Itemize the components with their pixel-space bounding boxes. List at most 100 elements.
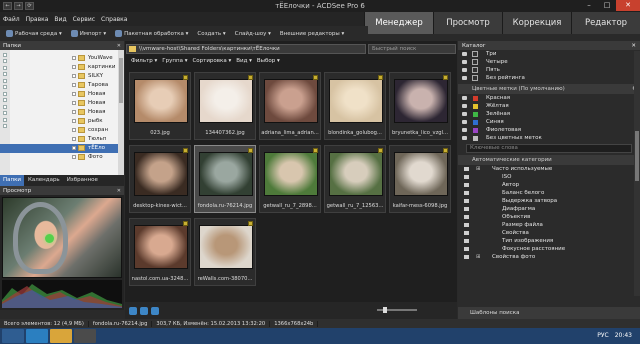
- folder-item[interactable]: Фото: [0, 153, 124, 162]
- preview-close-icon[interactable]: ✕: [117, 188, 121, 194]
- keywords-input[interactable]: Ключевые слова: [466, 144, 632, 153]
- slideshow-button[interactable]: Слайд-шоу ▾: [232, 31, 274, 37]
- tag-checkbox-icon[interactable]: [183, 75, 188, 80]
- rating-checkbox[interactable]: [472, 51, 478, 57]
- acdsee-task-icon[interactable]: [74, 329, 96, 343]
- folder-scrollbar[interactable]: [118, 50, 124, 175]
- workspace-button[interactable]: Рабочая среда ▾: [3, 30, 65, 37]
- tab-folders[interactable]: Папки: [0, 175, 24, 186]
- rating-checkbox[interactable]: [472, 59, 478, 65]
- tag-checkbox-icon[interactable]: [443, 75, 448, 80]
- folder-item[interactable]: SILKY: [0, 72, 124, 81]
- external-editors-button[interactable]: Внешние редакторы ▾: [277, 31, 347, 37]
- folder-checkbox[interactable]: [72, 92, 76, 96]
- mode-develop[interactable]: Коррекция: [502, 12, 571, 34]
- thumbnail-tile[interactable]: desktop-kinex-wict...: [129, 145, 191, 213]
- rating-checkbox[interactable]: [472, 67, 478, 73]
- auto-category-item[interactable]: Объектив: [462, 213, 640, 221]
- folder-item[interactable]: Новая: [0, 99, 124, 108]
- tag-checkbox-icon[interactable]: [183, 148, 188, 153]
- folder-checkbox[interactable]: [72, 56, 76, 60]
- catalog-close-icon[interactable]: ✕: [631, 43, 636, 49]
- zoom-knob[interactable]: [383, 307, 387, 313]
- color-label-item[interactable]: Жёлтая: [458, 102, 640, 110]
- folders-close-icon[interactable]: ✕: [117, 43, 121, 49]
- close-button[interactable]: ✕: [616, 0, 640, 11]
- import-button[interactable]: Импорт ▾: [68, 30, 109, 37]
- menu-view[interactable]: Вид: [54, 16, 66, 23]
- menu-file[interactable]: Файл: [3, 16, 20, 23]
- thumbnail-tile[interactable]: reWalls.com-38070...: [194, 218, 256, 286]
- folder-item[interactable]: сохран: [0, 126, 124, 135]
- batch-button[interactable]: Пакетная обработка ▾: [112, 30, 191, 37]
- thumbnail-tile[interactable]: 134407362.jpg: [194, 72, 256, 140]
- folder-item[interactable]: тЁЕло: [0, 144, 124, 153]
- rating-item[interactable]: Три: [458, 50, 640, 58]
- tab-calendar[interactable]: Календарь: [25, 175, 63, 186]
- select-menu[interactable]: Выбор ▾: [257, 58, 280, 67]
- folder-checkbox[interactable]: [72, 74, 76, 78]
- auto-category-item[interactable]: ISO: [462, 173, 640, 181]
- auto-categories-section[interactable]: Автоматические категории: [458, 155, 640, 165]
- auto-category-item[interactable]: Выдержка затвора: [462, 197, 640, 205]
- thumbnail-tile[interactable]: 023.jpg: [129, 72, 191, 140]
- color-labels-section[interactable]: Цветные метки (По умолчанию)⚙: [458, 84, 640, 94]
- menu-help[interactable]: Справка: [101, 16, 127, 23]
- auto-category-item[interactable]: Автор: [462, 181, 640, 189]
- folder-checkbox[interactable]: [72, 65, 76, 69]
- menu-tools[interactable]: Сервис: [73, 16, 95, 23]
- auto-category-item[interactable]: Свойства: [462, 229, 640, 237]
- folder-checkbox[interactable]: [72, 146, 76, 150]
- folder-item[interactable]: рыбк: [0, 117, 124, 126]
- rating-checkbox[interactable]: [472, 75, 478, 81]
- thumbnail-tile[interactable]: getwall_ru_7_2898...: [259, 145, 321, 213]
- quick-search-input[interactable]: Быстрый поиск: [368, 44, 456, 54]
- thumbnail-tile[interactable]: bryunetka_lico_vzgl...: [389, 72, 451, 140]
- color-label-item[interactable]: Красная: [458, 94, 640, 102]
- auto-category-item[interactable]: Размер файла: [462, 221, 640, 229]
- maximize-button[interactable]: □: [598, 0, 616, 11]
- folder-item[interactable]: Новая: [0, 108, 124, 117]
- folder-checkbox[interactable]: [72, 137, 76, 141]
- thumbnail-tile[interactable]: kaifar-mess-6098.jpg: [389, 145, 451, 213]
- folder-checkbox[interactable]: [72, 83, 76, 87]
- auto-category-item[interactable]: Диафрагма: [462, 205, 640, 213]
- color-label-item[interactable]: Синяя: [458, 118, 640, 126]
- filter-menu[interactable]: Фильтр ▾: [131, 58, 157, 67]
- color-label-item[interactable]: Без цветных меток: [458, 134, 640, 142]
- auto-category-item[interactable]: Тип изображения: [462, 237, 640, 245]
- mode-manage[interactable]: Менеджер: [364, 12, 433, 34]
- tag-checkbox-icon[interactable]: [378, 75, 383, 80]
- mode-edit[interactable]: Редактор: [571, 12, 640, 34]
- search-templates-header[interactable]: Шаблоны поиска: [458, 307, 640, 319]
- auto-category-item[interactable]: Фокусное расстояние: [462, 245, 640, 253]
- rating-item[interactable]: Без рейтинга: [458, 74, 640, 82]
- rating-item[interactable]: Четыре: [458, 58, 640, 66]
- folder-checkbox[interactable]: [72, 128, 76, 132]
- folder-checkbox[interactable]: [72, 119, 76, 123]
- folder-item[interactable]: картинки: [0, 63, 124, 72]
- ie-icon[interactable]: [26, 329, 48, 343]
- zoom-slider[interactable]: [377, 307, 417, 313]
- tag-checkbox-icon[interactable]: [443, 148, 448, 153]
- catalog-scroll-thumb[interactable]: [635, 131, 639, 181]
- color-label-item[interactable]: Зелёная: [458, 110, 640, 118]
- tag-checkbox-icon[interactable]: [313, 75, 318, 80]
- tag-checkbox-icon[interactable]: [378, 148, 383, 153]
- upload-icon[interactable]: [151, 306, 159, 315]
- tag-checkbox-icon[interactable]: [248, 221, 253, 226]
- thumbnail-tile[interactable]: adriana_lima_adrian...: [259, 72, 321, 140]
- catalog-scrollbar[interactable]: [634, 51, 640, 296]
- view-menu[interactable]: Вид ▾: [236, 58, 252, 67]
- auto-category-item[interactable]: ⊞ Часто используемые: [462, 165, 640, 173]
- thumbnail-tile[interactable]: getwall_ru_7_12563...: [324, 145, 386, 213]
- expand-icon[interactable]: ⊞: [476, 253, 481, 261]
- tag-checkbox-icon[interactable]: [183, 221, 188, 226]
- rating-item[interactable]: Пять: [458, 66, 640, 74]
- folder-item[interactable]: Тарова: [0, 81, 124, 90]
- language-indicator[interactable]: РУС: [597, 332, 608, 339]
- folder-item[interactable]: Тюльп: [0, 135, 124, 144]
- minimize-button[interactable]: –: [580, 0, 598, 11]
- send-icon[interactable]: [140, 306, 148, 315]
- color-label-item[interactable]: Фиолетовая: [458, 126, 640, 134]
